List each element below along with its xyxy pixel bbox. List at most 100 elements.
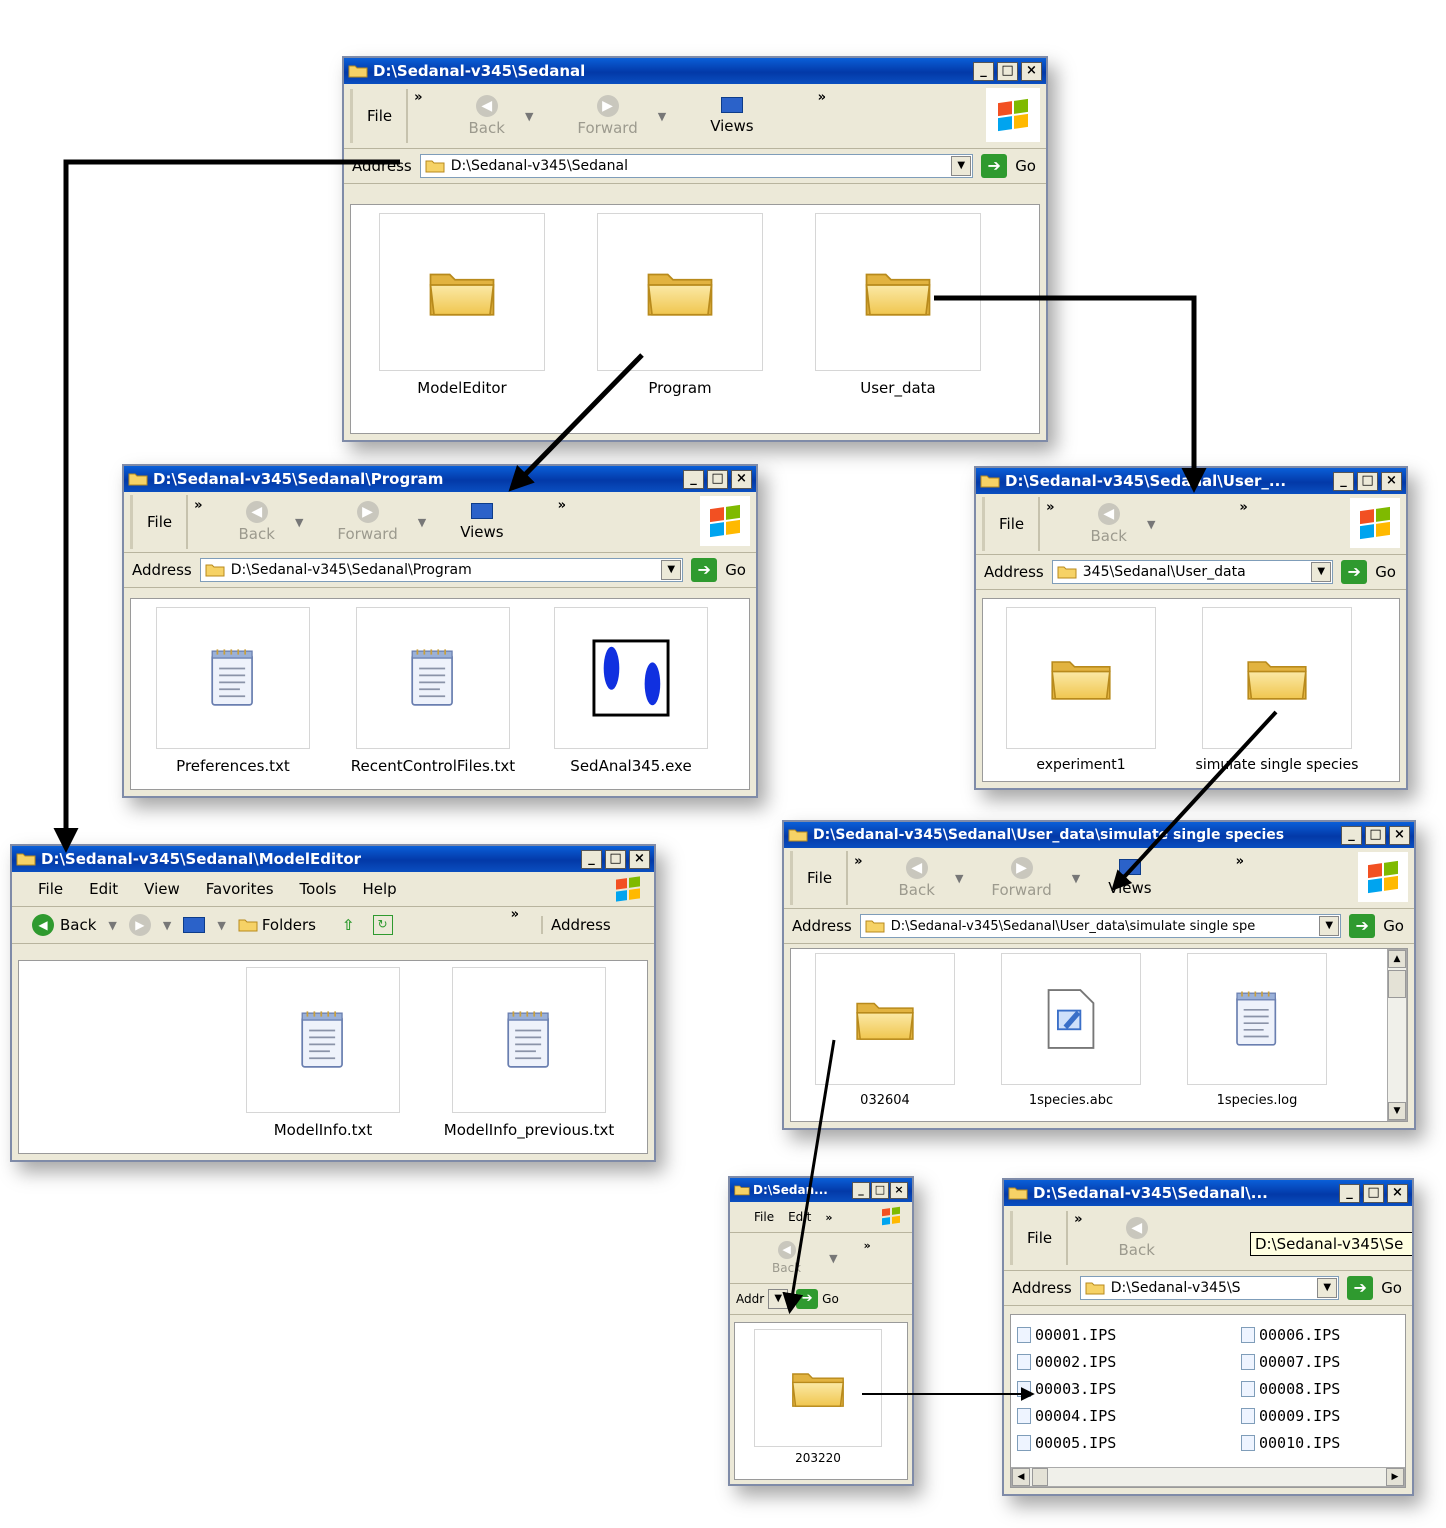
menu-file[interactable]: File [754, 1210, 774, 1224]
title-bar[interactable]: D:\Sedanal-v345\Sedanal\... _ □ × [1004, 1180, 1412, 1206]
scroll-left-icon[interactable]: ◀ [1012, 1468, 1030, 1486]
vertical-scrollbar[interactable]: ▲ ▼ [1387, 949, 1407, 1121]
back-button[interactable]: ◀ Back [469, 95, 505, 137]
title-bar[interactable]: D:\Sedanal-v345\Sedanal\User_... _ □ × [976, 468, 1406, 494]
list-item[interactable]: 00009.IPS [1241, 1402, 1340, 1429]
title-bar[interactable]: D:\Sedan... _ □ × [730, 1178, 912, 1202]
maximize-button[interactable]: □ [1365, 825, 1386, 845]
menu-help[interactable]: Help [363, 880, 397, 898]
address-input[interactable]: D:\Sedanal-v345\S ▼ [1079, 1276, 1340, 1300]
close-button[interactable]: × [731, 469, 752, 489]
dropdown-arrow-icon[interactable]: ▼ [951, 156, 972, 176]
dropdown-arrow-icon[interactable]: ▼ [525, 110, 533, 123]
go-button[interactable]: ➔ Go [796, 1289, 839, 1309]
close-button[interactable]: × [629, 849, 650, 869]
dropdown-arrow-icon[interactable]: ▼ [768, 1289, 789, 1309]
go-button[interactable]: ➔ Go [1341, 560, 1396, 584]
address-label[interactable]: Address [540, 916, 611, 934]
title-bar[interactable]: D:\Sedanal-v345\Sedanal\Program _ □ × [124, 466, 756, 492]
forward-button[interactable]: ▶ Forward [991, 857, 1052, 899]
go-button[interactable]: ➔ Go [691, 558, 746, 582]
address-input[interactable]: D:\Sedanal-v345\Sedanal ▼ [419, 154, 974, 178]
chevron-icon[interactable]: » [1074, 1212, 1082, 1227]
close-button[interactable]: × [890, 1181, 908, 1199]
back-button[interactable]: ◀ Back [899, 857, 935, 899]
chevron-icon[interactable]: » [825, 1211, 832, 1224]
folder-item[interactable]: 203220 [753, 1329, 883, 1465]
close-button[interactable]: × [1389, 825, 1410, 845]
menu-tools[interactable]: Tools [300, 880, 337, 898]
dropdown-arrow-icon[interactable]: ▼ [108, 919, 116, 932]
address-input[interactable]: D:\Sedanal-v345\Sedanal\Program ▼ [199, 558, 684, 582]
maximize-button[interactable]: □ [997, 61, 1018, 81]
list-item[interactable]: 00002.IPS [1017, 1348, 1116, 1375]
file-menu[interactable]: File [130, 495, 189, 549]
dropdown-arrow-icon[interactable]: ▼ [658, 110, 666, 123]
title-bar[interactable]: D:\Sedanal-v345\Sedanal _ □ × [344, 58, 1046, 84]
dropdown-arrow-icon[interactable]: ▼ [829, 1252, 837, 1265]
file-menu[interactable]: File [982, 497, 1041, 551]
horizontal-scrollbar[interactable]: ◀ ▶ [1011, 1467, 1405, 1487]
list-item[interactable]: 00003.IPS [1017, 1375, 1116, 1402]
dropdown-arrow-icon[interactable]: ▼ [661, 560, 682, 580]
forward-button[interactable]: ▶ Forward [577, 95, 638, 137]
list-item[interactable]: 00008.IPS [1241, 1375, 1340, 1402]
maximize-button[interactable]: □ [605, 849, 626, 869]
views-button[interactable]: Views [710, 97, 754, 135]
menu-favorites[interactable]: Favorites [206, 880, 274, 898]
forward-button[interactable]: ▶ [128, 914, 151, 936]
back-button[interactable]: ◀ Back [1119, 1217, 1155, 1259]
minimize-button[interactable]: _ [852, 1181, 870, 1199]
go-button[interactable]: ➔ Go [1347, 1276, 1402, 1300]
chevron-icon[interactable]: » [1046, 500, 1054, 515]
scroll-right-icon[interactable]: ▶ [1386, 1468, 1404, 1486]
close-button[interactable]: × [1381, 471, 1402, 491]
file-menu[interactable]: File [790, 851, 849, 905]
go-button[interactable]: ➔ Go [1349, 914, 1404, 938]
dropdown-arrow-icon[interactable]: ▼ [1147, 518, 1155, 531]
chevron-icon[interactable]: » [864, 1239, 871, 1252]
chevron-icon[interactable]: » [1236, 854, 1244, 869]
dropdown-arrow-icon[interactable]: ▼ [217, 919, 225, 932]
file-item[interactable]: ModelInfo_previous.txt [431, 967, 627, 1139]
folder-item[interactable]: ModelEditor [377, 213, 547, 397]
dropdown-arrow-icon[interactable]: ▼ [1311, 562, 1332, 582]
file-item[interactable]: Preferences.txt [153, 607, 313, 775]
folder-item[interactable]: Program [595, 213, 765, 397]
back-button[interactable]: ◀ Back [772, 1241, 801, 1275]
minimize-button[interactable]: _ [581, 849, 602, 869]
folder-item[interactable]: 032604 [813, 953, 957, 1108]
minimize-button[interactable]: _ [1339, 1183, 1360, 1203]
file-item[interactable]: 1species.abc [999, 953, 1143, 1108]
list-item[interactable]: 00005.IPS [1017, 1429, 1116, 1456]
forward-button[interactable]: ▶ Forward [337, 501, 398, 543]
file-item[interactable]: ModelInfo.txt [243, 967, 403, 1139]
dropdown-arrow-icon[interactable]: ▼ [1317, 1278, 1338, 1298]
dropdown-arrow-icon[interactable]: ▼ [163, 919, 171, 932]
minimize-button[interactable]: _ [973, 61, 994, 81]
dropdown-arrow-icon[interactable]: ▼ [955, 872, 963, 885]
list-item[interactable]: 00007.IPS [1241, 1348, 1340, 1375]
back-button[interactable]: ◀ Back [239, 501, 275, 543]
menu-file[interactable]: File [38, 880, 63, 898]
list-item[interactable]: 00004.IPS [1017, 1402, 1116, 1429]
address-input[interactable]: 345\Sedanal\User_data ▼ [1051, 560, 1334, 584]
dropdown-arrow-icon[interactable]: ▼ [1319, 916, 1340, 936]
chevron-icon[interactable]: » [818, 90, 826, 105]
title-bar[interactable]: D:\Sedanal-v345\Sedanal\ModelEditor _ □ … [12, 846, 654, 872]
back-button[interactable]: ◀ Back [1091, 503, 1127, 545]
views-button[interactable]: Views [1108, 859, 1152, 897]
maximize-button[interactable]: □ [1363, 1183, 1384, 1203]
chevron-icon[interactable]: » [854, 854, 862, 869]
file-item[interactable]: 1species.log [1185, 953, 1329, 1108]
minimize-button[interactable]: _ [1333, 471, 1354, 491]
minimize-button[interactable]: _ [1341, 825, 1362, 845]
chevron-icon[interactable]: » [414, 90, 422, 105]
list-item[interactable]: 00001.IPS [1017, 1321, 1116, 1348]
chevron-icon[interactable]: » [1239, 500, 1247, 515]
scroll-thumb[interactable] [1032, 1468, 1048, 1486]
list-item[interactable]: 00006.IPS [1241, 1321, 1340, 1348]
go-button[interactable]: ➔ Go [981, 154, 1036, 178]
folder-item[interactable]: simulate single species [1189, 607, 1365, 773]
title-bar[interactable]: D:\Sedanal-v345\Sedanal\User_data\simula… [784, 822, 1414, 848]
